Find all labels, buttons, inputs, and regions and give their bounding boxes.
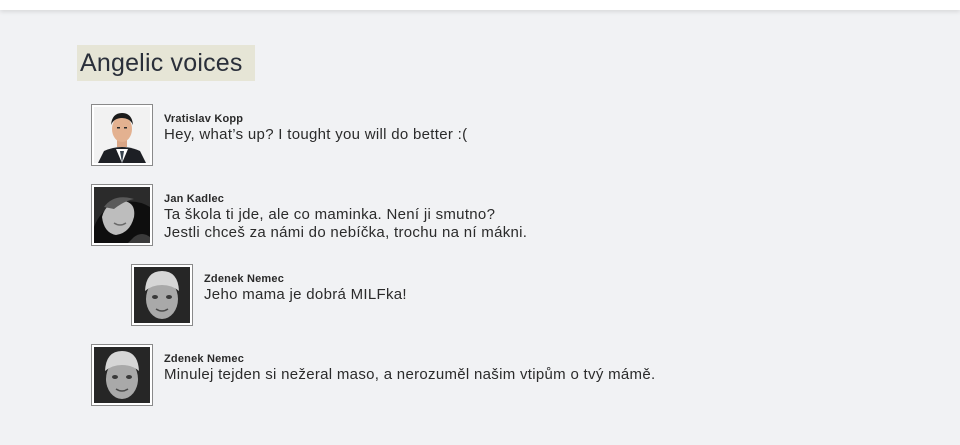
comment-text: Hey, what’s up? I tought you will do bet… [164, 126, 468, 143]
comment-author[interactable]: Vratislav Kopp [164, 112, 864, 126]
avatar[interactable] [131, 264, 193, 326]
portrait-beanie-icon [94, 347, 150, 403]
comment-text: Minulej tejden si nežeral maso, a nerozu… [164, 366, 656, 383]
portrait-bw-side-icon [94, 187, 150, 243]
comment-author[interactable]: Jan Kadlec [164, 192, 864, 206]
portrait-suit-icon [94, 107, 150, 163]
top-bar [0, 0, 960, 10]
avatar[interactable] [91, 104, 153, 166]
portrait-beanie-icon [134, 267, 190, 323]
avatar[interactable] [91, 344, 153, 406]
comment-text: Jeho mama je dobrá MILFka! [204, 286, 407, 303]
section-title: Angelic voices [77, 45, 255, 81]
comment-author[interactable]: Zdenek Nemec [164, 352, 864, 366]
avatar[interactable] [91, 184, 153, 246]
comment-author[interactable]: Zdenek Nemec [204, 272, 904, 286]
comment-text: Jestli chceš za námi do nebíčka, trochu … [164, 224, 528, 241]
comment-text: Ta škola ti jde, ale co maminka. Není ji… [164, 206, 496, 223]
